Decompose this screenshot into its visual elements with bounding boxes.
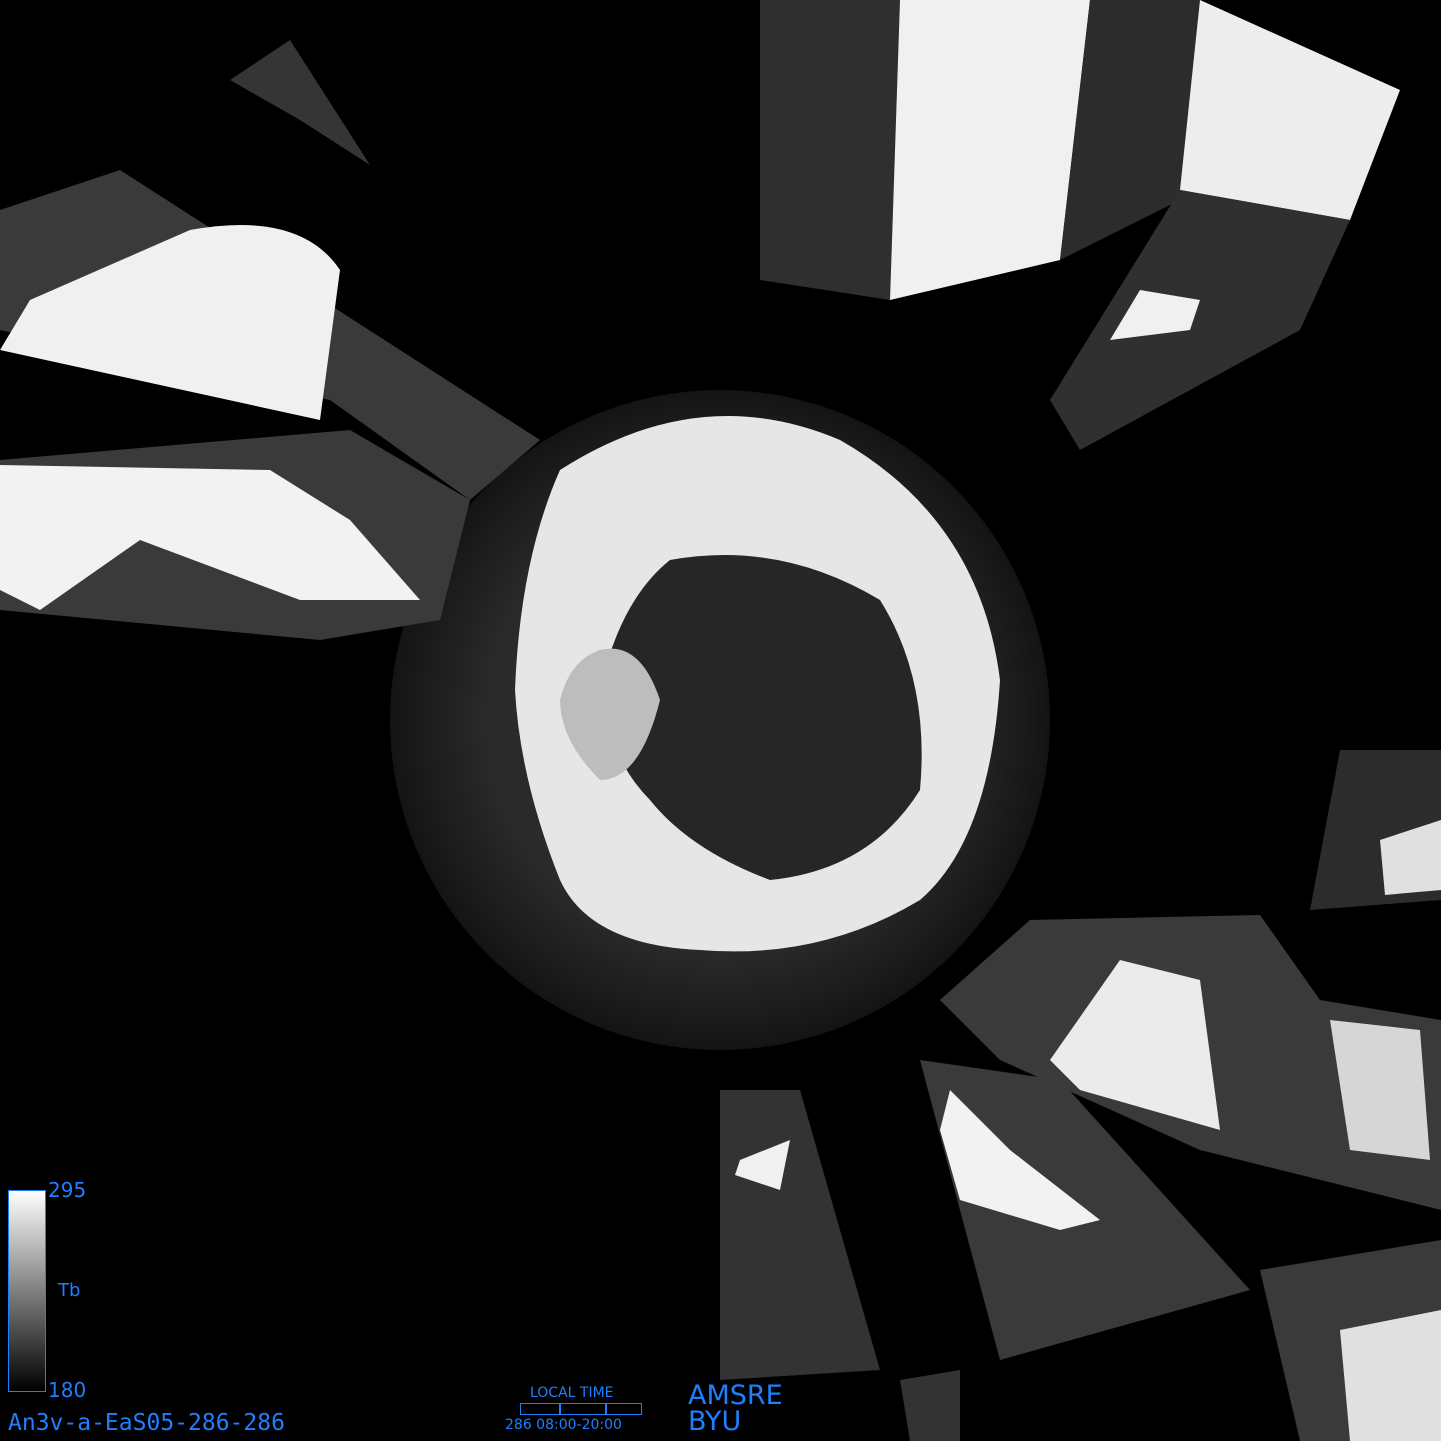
local-time-range: 286 08:00-20:00 [505,1417,622,1433]
product-id: An3v-a-EaS05-286-286 [8,1410,285,1436]
colorbar-max-label: 295 [48,1178,87,1202]
polar-brightness-temperature-map [0,0,1441,1441]
colorbar [8,1190,46,1392]
local-time-title: LOCAL TIME [530,1385,614,1401]
organization-label: BYU [688,1406,742,1437]
colorbar-unit-label: Tb [58,1280,81,1301]
colorbar-min-label: 180 [48,1378,87,1402]
local-time-bar [520,1403,642,1415]
